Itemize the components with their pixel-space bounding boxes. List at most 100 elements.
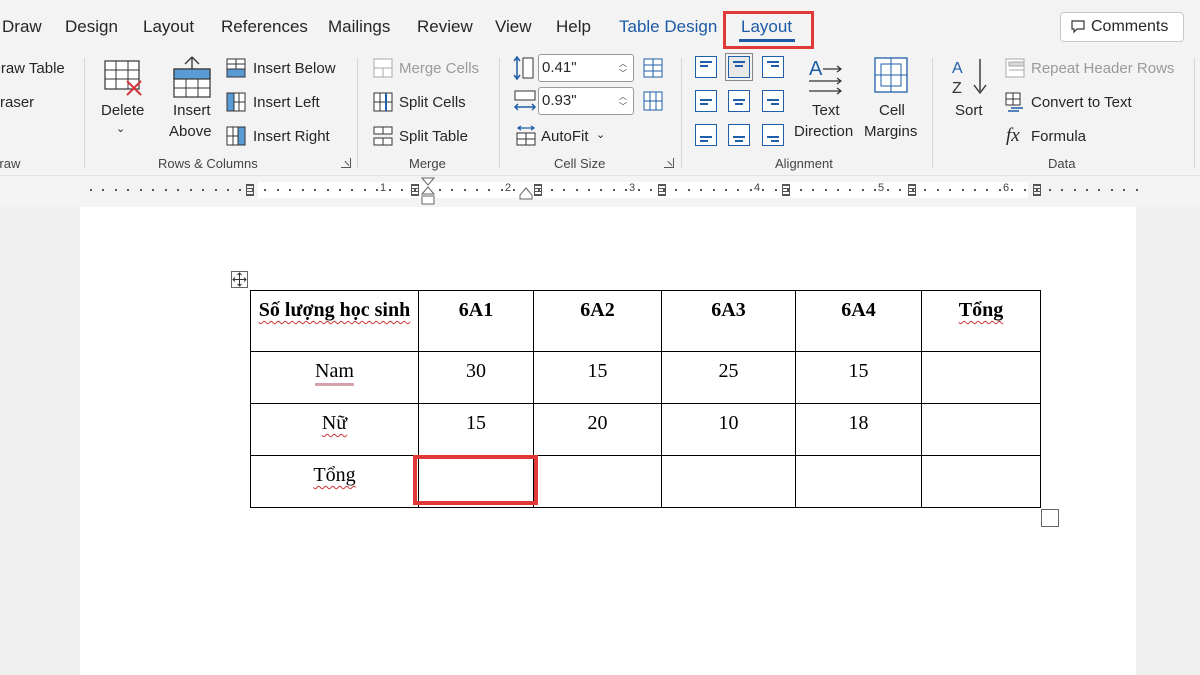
separator <box>357 58 358 168</box>
eraser-button[interactable]: Eraser <box>0 94 34 111</box>
delete-button[interactable]: Delete <box>101 102 144 119</box>
row-label-cell[interactable]: Tổng <box>250 455 419 508</box>
insert-left-button[interactable]: Insert Left <box>253 94 320 111</box>
column-marker[interactable] <box>908 184 916 196</box>
tab-references[interactable]: References <box>221 17 308 37</box>
insert-below-button[interactable]: Insert Below <box>253 60 336 77</box>
table-cell[interactable]: 15 <box>533 351 662 404</box>
align-top-center-button[interactable] <box>725 53 753 81</box>
column-marker[interactable] <box>246 184 254 196</box>
table-move-handle[interactable] <box>231 271 248 288</box>
align-bottom-left-button[interactable] <box>695 124 717 146</box>
draw-table-button[interactable]: Draw Table <box>0 60 65 77</box>
tab-view[interactable]: View <box>495 17 532 37</box>
formula-button[interactable]: Formula <box>1031 128 1086 145</box>
align-center-button[interactable] <box>728 90 750 112</box>
tab-review[interactable]: Review <box>417 17 473 37</box>
right-indent-marker-icon[interactable] <box>518 187 534 201</box>
align-center-right-button[interactable] <box>762 90 784 112</box>
row-height-value: 0.41" <box>542 59 577 76</box>
spin-up-icon[interactable]: ︿ <box>619 60 627 68</box>
ruler-tick <box>986 189 988 191</box>
header-cell[interactable]: Tổng <box>921 290 1041 352</box>
table-resize-handle[interactable] <box>1041 509 1059 527</box>
insert-right-button[interactable]: Insert Right <box>253 128 330 145</box>
ruler-number: 3 <box>629 182 636 194</box>
align-top-right-button[interactable] <box>762 56 784 78</box>
ruler-tick <box>202 189 204 191</box>
cell-margins-button[interactable]: Cell <box>879 102 905 119</box>
table-cell[interactable]: 20 <box>533 403 662 456</box>
ruler-tick <box>862 189 864 191</box>
repeat-header-rows-icon <box>1005 58 1025 78</box>
ribbon-tab-bar: Draw Design Layout References Mailings R… <box>0 0 1200 50</box>
header-cell[interactable]: 6A2 <box>533 290 662 352</box>
cell-margins-button-line2[interactable]: Margins <box>864 123 917 140</box>
row-label-cell[interactable]: Nữ <box>250 403 419 456</box>
column-marker[interactable] <box>534 184 542 196</box>
ruler-tick <box>389 189 391 191</box>
column-marker[interactable] <box>1033 184 1041 196</box>
tab-draw[interactable]: Draw <box>2 17 42 37</box>
ruler-tick <box>277 189 279 191</box>
table-cell[interactable] <box>921 351 1041 404</box>
merge-cells-button[interactable]: Merge Cells <box>399 60 479 77</box>
column-marker[interactable] <box>411 184 419 196</box>
column-marker[interactable] <box>782 184 790 196</box>
insert-above-button-line2[interactable]: Above <box>169 123 212 140</box>
align-bottom-center-button[interactable] <box>728 124 750 146</box>
table-cell[interactable]: 30 <box>418 351 534 404</box>
table-cell[interactable] <box>795 455 922 508</box>
table-cell[interactable] <box>661 455 796 508</box>
spin-up-icon[interactable]: ︿ <box>619 93 627 101</box>
row-label: Tổng <box>313 464 356 486</box>
group-label-alignment: Alignment <box>775 156 833 171</box>
header-cell[interactable]: 6A3 <box>661 290 796 352</box>
tab-table-design[interactable]: Table Design <box>619 17 717 37</box>
table-cell[interactable] <box>533 455 662 508</box>
group-label-rows-columns: Rows & Columns <box>158 156 258 171</box>
tab-mailings[interactable]: Mailings <box>328 17 390 37</box>
header-cell[interactable]: 6A1 <box>418 290 534 352</box>
column-width-input[interactable]: 0.93" ︿ ﹀ <box>538 87 634 115</box>
ruler-tick <box>152 189 154 191</box>
comments-button[interactable]: Comments <box>1060 12 1184 42</box>
insert-above-button[interactable]: Insert <box>173 102 211 119</box>
dialog-launcher-icon[interactable] <box>664 158 674 168</box>
dialog-launcher-icon[interactable] <box>341 158 351 168</box>
align-center-left-button[interactable] <box>695 90 717 112</box>
spin-down-icon[interactable]: ﹀ <box>619 103 627 111</box>
tab-design[interactable]: Design <box>65 17 118 37</box>
sort-button[interactable]: Sort <box>955 102 983 119</box>
autofit-button[interactable]: AutoFit <box>541 128 589 145</box>
repeat-header-rows-button[interactable]: Repeat Header Rows <box>1031 60 1174 77</box>
ruler-tick <box>737 189 739 191</box>
tab-layout[interactable]: Layout <box>143 17 194 37</box>
table-cell[interactable]: 15 <box>795 351 922 404</box>
row-label: Nữ <box>321 412 348 434</box>
align-top-left-button[interactable] <box>695 56 717 78</box>
align-bottom-right-button[interactable] <box>762 124 784 146</box>
ruler-tick <box>451 189 453 191</box>
spin-down-icon[interactable]: ﹀ <box>619 70 627 78</box>
row-label-cell[interactable]: Nam <box>250 351 419 404</box>
table-cell[interactable]: 15 <box>418 403 534 456</box>
header-cell[interactable]: Số lượng học sinh <box>250 290 419 352</box>
split-cells-button[interactable]: Split Cells <box>399 94 466 111</box>
indent-marker-icon[interactable] <box>420 177 436 207</box>
text-direction-button[interactable]: Text <box>812 102 840 119</box>
split-table-icon <box>373 126 393 146</box>
table-cell[interactable]: 25 <box>661 351 796 404</box>
ruler-tick <box>825 189 827 191</box>
header-cell[interactable]: 6A4 <box>795 290 922 352</box>
row-height-input[interactable]: 0.41" ︿ ﹀ <box>538 54 634 82</box>
text-direction-button-line2[interactable]: Direction <box>794 123 853 140</box>
tab-help[interactable]: Help <box>556 17 591 37</box>
column-marker[interactable] <box>658 184 666 196</box>
table-cell[interactable] <box>921 403 1041 456</box>
table-cell[interactable] <box>921 455 1041 508</box>
table-cell[interactable]: 10 <box>661 403 796 456</box>
split-table-button[interactable]: Split Table <box>399 128 468 145</box>
convert-to-text-button[interactable]: Convert to Text <box>1031 94 1132 111</box>
table-cell[interactable]: 18 <box>795 403 922 456</box>
